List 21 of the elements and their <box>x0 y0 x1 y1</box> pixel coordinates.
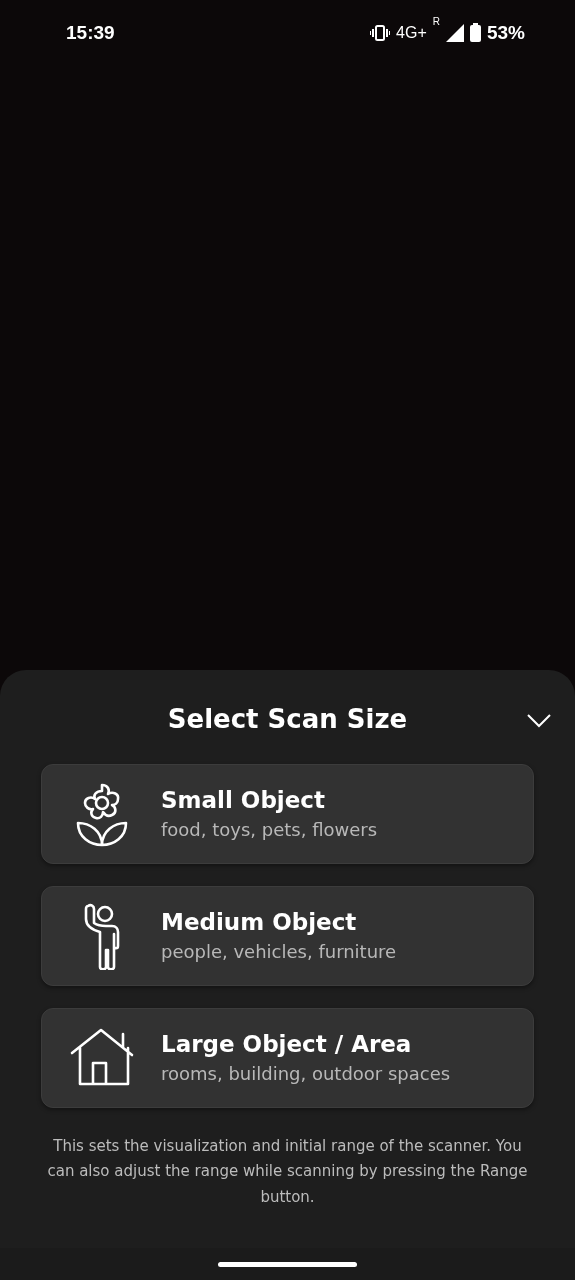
option-subtitle: people, vehicles, furniture <box>161 941 397 962</box>
scan-size-option[interactable]: Medium Object people, vehicles, furniture <box>41 885 534 986</box>
scan-size-option[interactable]: Large Object / Area rooms, building, outdoor spaces <box>41 1007 534 1108</box>
vibrate-icon <box>370 24 391 41</box>
option-title: Medium Object <box>161 909 358 935</box>
clock-time: 15:39 <box>66 21 115 44</box>
home-indicator[interactable] <box>218 1261 357 1267</box>
option-subtitle: rooms, building, outdoor spaces <box>161 1063 451 1084</box>
option-subtitle: food, toys, pets, flowers <box>161 819 378 840</box>
house-icon <box>69 1027 134 1088</box>
signal-icon <box>445 23 464 42</box>
roaming-indicator: R <box>432 15 440 27</box>
network-type: 4G+ <box>396 23 427 42</box>
sheet-title: Select Scan Size <box>166 703 409 734</box>
info-text: This sets the visualization and initial range of the scanner. You can also adjust the range while scanning by pressing the Range button. <box>46 1135 529 1208</box>
option-title: Large Object / Area <box>161 1031 413 1057</box>
chevron-down-icon[interactable] <box>527 713 551 728</box>
battery-icon <box>469 23 481 42</box>
option-title: Small Object <box>161 787 326 813</box>
battery-percent: 53% <box>486 21 525 44</box>
scan-size-option[interactable]: Small Object food, toys, pets, flowers <box>41 763 534 864</box>
